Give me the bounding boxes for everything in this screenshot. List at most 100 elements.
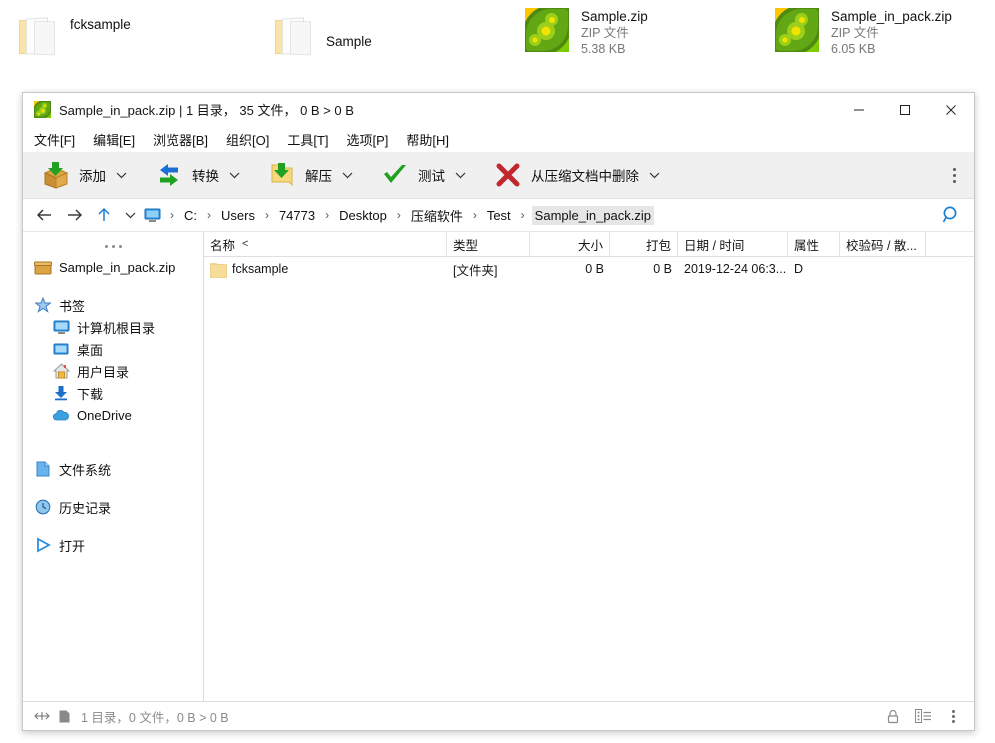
delete-from-archive-button[interactable]: 从压缩文档中删除 (489, 155, 643, 195)
chevron-down-icon[interactable] (119, 201, 141, 229)
more-vertical-icon[interactable] (944, 152, 964, 198)
desktop-item-type: ZIP 文件 (581, 26, 629, 40)
convert-button[interactable]: 转换 (150, 155, 223, 195)
column-header-checksum[interactable]: 校验码 / 散... (840, 232, 926, 256)
sidebar-bookmarks-label: 书签 (59, 298, 86, 314)
sidebar-section-open[interactable]: 打开 (23, 534, 203, 556)
convert-button-label: 转换 (192, 169, 219, 184)
menu-options[interactable]: 选项[P] (347, 130, 389, 149)
menu-edit[interactable]: 编辑[E] (93, 130, 135, 149)
sidebar-item-label: OneDrive (77, 407, 132, 423)
clock-icon (33, 498, 53, 516)
breadcrumb-separator: › (472, 208, 477, 222)
column-header-date-label: 日期 / 时间 (684, 238, 745, 253)
folder-icon (210, 262, 227, 278)
breadcrumb-compression-software[interactable]: 压缩软件 (408, 204, 466, 227)
desktop-item-folder-2[interactable]: Sample (270, 12, 372, 58)
desktop-item-folder-1[interactable]: fcksample (14, 12, 131, 58)
delete-dropdown-caret[interactable] (643, 155, 665, 195)
download-icon (51, 384, 71, 402)
menu-help[interactable]: 帮助[H] (406, 130, 449, 149)
menu-bar: 文件[F] 编辑[E] 浏览器[B] 组织[O] 工具[T] 选项[P] 帮助[… (23, 126, 974, 152)
sidebar-item-user-home[interactable]: 用户目录 (23, 360, 203, 382)
arrow-up-icon[interactable] (89, 201, 119, 229)
column-header-attributes-label: 属性 (794, 238, 820, 253)
sidebar-item-label: 下载 (77, 386, 104, 402)
extract-button-label: 解压 (305, 169, 332, 184)
play-icon (33, 536, 53, 554)
cell-size: 0 B (585, 262, 604, 276)
window-controls (836, 93, 974, 126)
add-button[interactable]: 添加 (37, 155, 110, 195)
title-bar[interactable]: Sample_in_pack.zip | 1 目录， 35 文件， 0 B > … (23, 93, 974, 126)
column-header-packed[interactable]: 打包 (610, 232, 678, 256)
desktop-item-label: Sample (326, 34, 372, 49)
sidebar-item-desktop[interactable]: 桌面 (23, 338, 203, 360)
breadcrumb-users[interactable]: Users (218, 206, 258, 225)
sidebar-item-archive[interactable]: Sample_in_pack.zip (23, 256, 203, 278)
test-button[interactable]: 测试 (376, 155, 449, 195)
resize-horizontal-icon[interactable] (31, 706, 53, 726)
close-button[interactable] (928, 93, 974, 126)
file-list-header: 名称 < 类型 大小 打包 日期 / 时间 属性 校验码 / 散... (204, 232, 974, 257)
computer-monitor-icon (51, 318, 71, 336)
details-view-icon[interactable] (910, 705, 936, 727)
more-vertical-icon[interactable] (940, 705, 966, 727)
menu-file[interactable]: 文件[F] (34, 130, 75, 149)
column-header-type[interactable]: 类型 (447, 232, 530, 256)
desktop-item-label: Sample.zip (581, 9, 648, 24)
arrow-left-icon[interactable] (29, 201, 59, 229)
table-row[interactable]: fcksample [文件夹] 0 B 0 B 2019-12-24 06:3.… (204, 257, 974, 281)
menu-tools[interactable]: 工具[T] (287, 130, 328, 149)
breadcrumb-user-74773[interactable]: 74773 (276, 206, 318, 225)
convert-dropdown-caret[interactable] (223, 155, 245, 195)
cell-name: fcksample (204, 257, 447, 281)
column-header-name[interactable]: 名称 < (204, 232, 447, 256)
lock-icon[interactable] (880, 705, 906, 727)
delete-from-archive-button-label: 从压缩文档中删除 (531, 169, 639, 184)
sidebar-item-computer-root[interactable]: 计算机根目录 (23, 316, 203, 338)
toolbar: 添加 转换 解压 测试 从压缩文档中删除 (23, 152, 974, 199)
minimize-button[interactable] (836, 93, 882, 126)
arrow-right-icon[interactable] (59, 201, 89, 229)
test-check-icon (380, 160, 410, 190)
search-icon[interactable] (934, 201, 968, 229)
column-header-date[interactable]: 日期 / 时间 (678, 232, 788, 256)
cloud-icon (51, 406, 71, 424)
page-icon[interactable] (53, 706, 75, 726)
breadcrumb-desktop[interactable]: Desktop (336, 206, 390, 225)
file-list: 名称 < 类型 大小 打包 日期 / 时间 属性 校验码 / 散... fcks… (204, 232, 974, 701)
convert-arrows-icon (154, 160, 184, 190)
column-header-size[interactable]: 大小 (530, 232, 610, 256)
sidebar-section-history[interactable]: 历史记录 (23, 496, 203, 518)
menu-organize[interactable]: 组织[O] (226, 130, 269, 149)
desktop-item-archive-sample-in-pack[interactable]: Sample_in_pack.zip ZIP 文件 6.05 KB (775, 8, 952, 57)
breadcrumb-separator: › (170, 208, 174, 222)
column-header-attributes[interactable]: 属性 (788, 232, 840, 256)
test-dropdown-caret[interactable] (449, 155, 471, 195)
extract-button[interactable]: 解压 (263, 155, 336, 195)
address-bar: › C: › Users › 74773 › Desktop › 压缩软件 › … (23, 199, 974, 232)
extract-folder-icon (267, 160, 297, 190)
menu-browser[interactable]: 浏览器[B] (153, 130, 208, 149)
breadcrumb-current-archive[interactable]: Sample_in_pack.zip (531, 205, 655, 225)
computer-monitor-icon[interactable] (141, 205, 163, 225)
add-dropdown-caret[interactable] (110, 155, 132, 195)
desktop-item-type: ZIP 文件 (831, 26, 879, 40)
sidebar-section-file-system[interactable]: 文件系统 (23, 458, 203, 480)
column-header-checksum-label: 校验码 / 散... (846, 238, 917, 253)
more-horizontal-icon[interactable] (23, 236, 203, 256)
cell-date: 2019-12-24 06:3... (684, 262, 787, 276)
home-icon (51, 362, 71, 380)
extract-dropdown-caret[interactable] (336, 155, 358, 195)
maximize-button[interactable] (882, 93, 928, 126)
sidebar-item-onedrive[interactable]: OneDrive (23, 404, 203, 426)
breadcrumb-c-drive[interactable]: C: (181, 206, 200, 225)
breadcrumb-test[interactable]: Test (484, 206, 514, 225)
desktop-item-archive-sample[interactable]: Sample.zip ZIP 文件 5.38 KB (525, 8, 648, 57)
delete-x-icon (493, 160, 523, 190)
sidebar-item-downloads[interactable]: 下载 (23, 382, 203, 404)
sidebar-section-bookmarks[interactable]: 书签 (23, 294, 203, 316)
